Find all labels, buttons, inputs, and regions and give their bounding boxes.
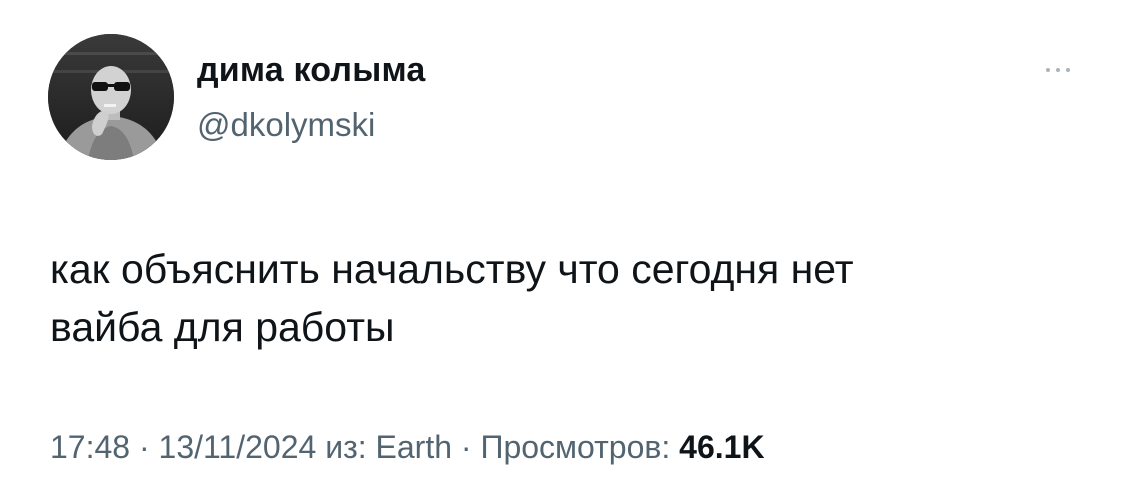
tweet-time[interactable]: 17:48 xyxy=(50,429,130,465)
tweet-card: дима колыма @dkolymski как объяснить нач… xyxy=(0,0,1139,486)
tweet-text: как объяснить начальству что сегодня нет… xyxy=(50,240,1070,356)
author-display-name[interactable]: дима колыма xyxy=(197,51,425,90)
avatar[interactable] xyxy=(48,34,174,160)
tweet-text-line: вайба для работы xyxy=(50,304,395,350)
tweet-text-line: как объяснить начальству что сегодня нет xyxy=(50,246,854,292)
more-dot xyxy=(1056,68,1060,72)
views-label: Просмотров: xyxy=(480,429,680,465)
author-handle[interactable]: @dkolymski xyxy=(197,106,375,144)
more-icon[interactable] xyxy=(1040,62,1076,78)
meta-separator: · xyxy=(130,429,159,465)
more-dot xyxy=(1046,68,1050,72)
tweet-source: Earth xyxy=(375,429,452,465)
avatar-image xyxy=(48,34,174,160)
more-dot xyxy=(1066,68,1070,72)
views-count[interactable]: 46.1K xyxy=(679,429,764,465)
tweet-date[interactable]: 13/11/2024 xyxy=(159,429,317,465)
meta-separator: · xyxy=(452,429,481,465)
source-prefix: из: xyxy=(316,429,376,465)
tweet-meta: 17:48 · 13/11/2024 из: Earth · Просмотро… xyxy=(50,429,765,466)
